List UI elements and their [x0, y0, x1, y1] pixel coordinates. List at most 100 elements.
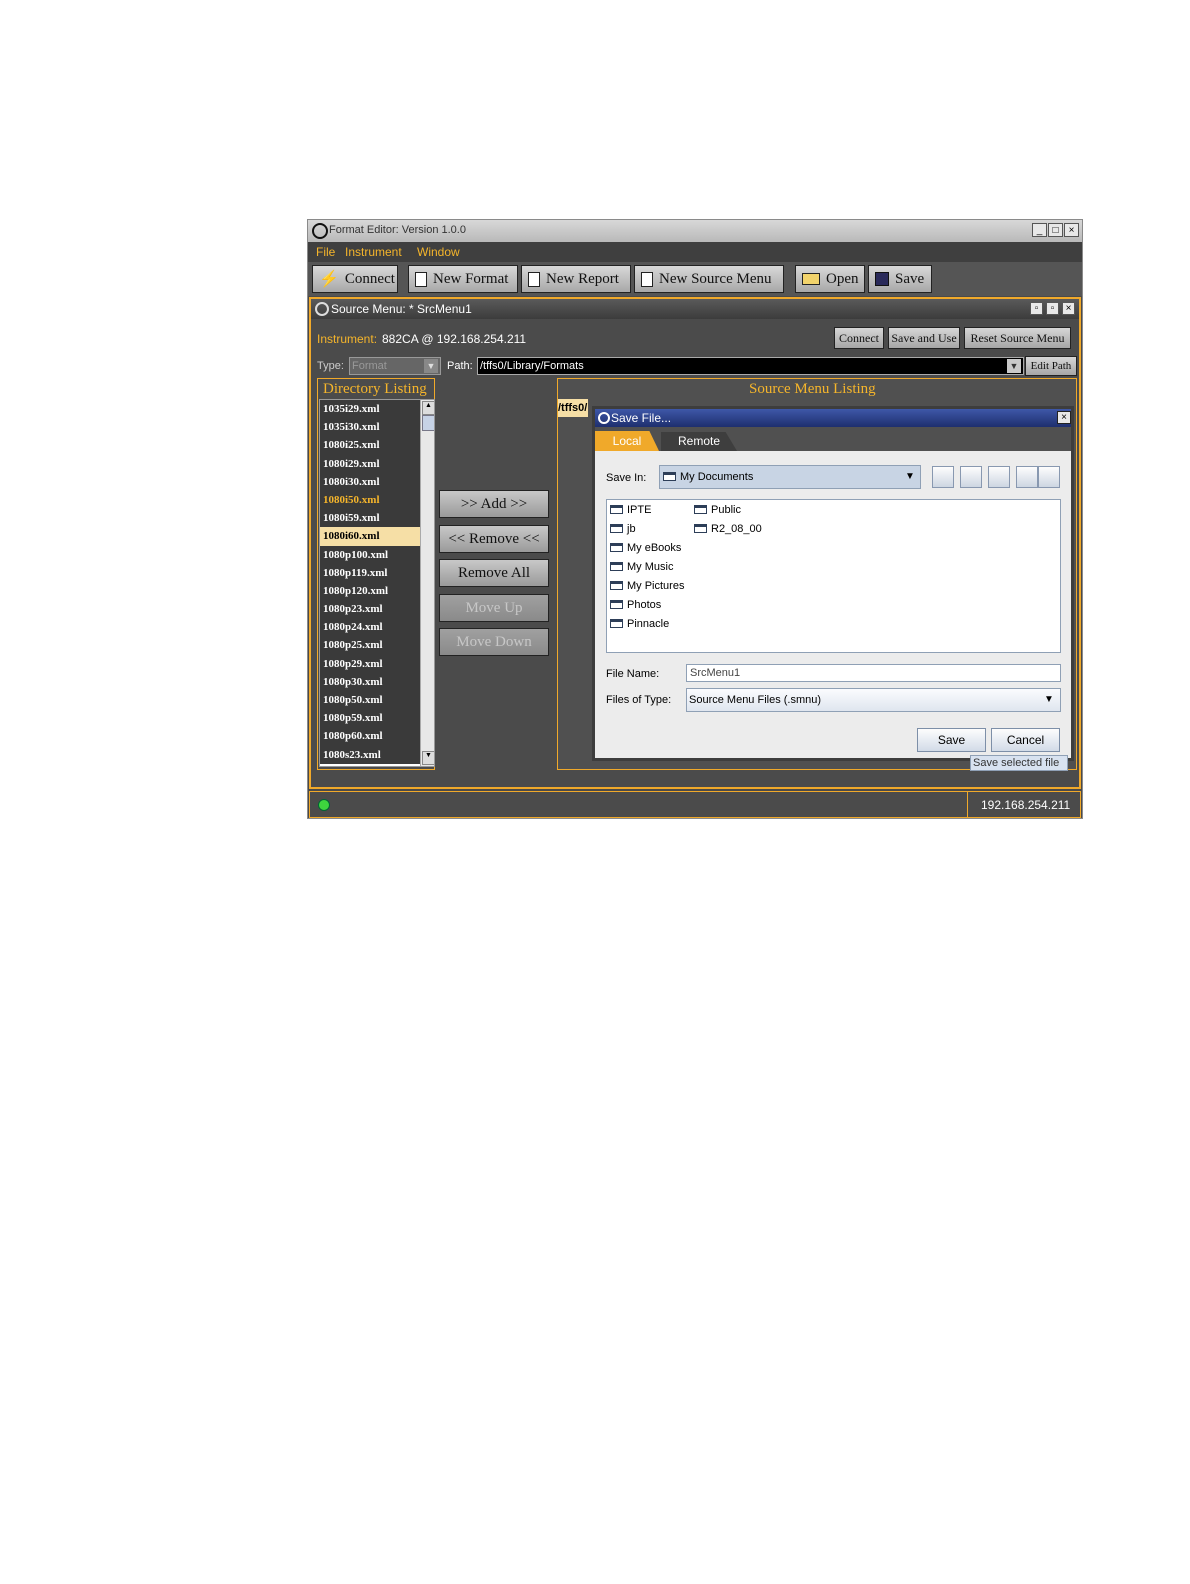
- home-icon[interactable]: [960, 466, 982, 488]
- status-bar: 192.168.254.211: [309, 791, 1081, 818]
- list-item[interactable]: 1080i29.xml: [320, 454, 420, 473]
- folder-item[interactable]: R2_08_00: [694, 523, 762, 542]
- file-list-box: IPTE jb My eBooks My Music My Pictures Photos…: [606, 499, 1061, 653]
- new-report-button[interactable]: New Report: [521, 265, 631, 293]
- edit-path-button[interactable]: Edit Path: [1025, 356, 1077, 376]
- details-view-icon[interactable]: [1038, 466, 1060, 488]
- menu-instrument[interactable]: Instrument: [345, 245, 402, 259]
- maximize-button[interactable]: □: [1048, 223, 1063, 237]
- files-of-type-select[interactable]: Source Menu Files (.smnu) ▼: [686, 688, 1061, 712]
- list-item[interactable]: 1080s23.xml: [320, 745, 420, 764]
- list-item[interactable]: 1080p120.xml: [320, 581, 420, 601]
- move-down-button[interactable]: Move Down: [439, 628, 549, 656]
- tab-remote[interactable]: Remote: [661, 432, 737, 451]
- new-folder-icon[interactable]: [988, 466, 1010, 488]
- new-format-button[interactable]: New Format: [408, 265, 518, 293]
- frame-close-button[interactable]: ×: [1062, 302, 1075, 315]
- list-view-icon[interactable]: [1016, 466, 1038, 488]
- save-in-combobox[interactable]: My Documents ▼: [659, 465, 921, 489]
- list-item[interactable]: 1080i60.xml: [320, 527, 420, 546]
- document-icon: [415, 271, 427, 287]
- dialog-title-bar: Save File... ×: [595, 409, 1071, 427]
- type-select[interactable]: Format ▼: [349, 357, 441, 375]
- folder-icon: [694, 505, 707, 514]
- scroll-up-icon[interactable]: ▲: [422, 401, 434, 415]
- save-tooltip: Save selected file: [970, 755, 1068, 771]
- list-item[interactable]: 1080i50.xml: [320, 490, 420, 510]
- source-path-item[interactable]: /tffs0/: [558, 399, 588, 417]
- save-and-use-button[interactable]: Save and Use: [888, 327, 960, 349]
- list-item[interactable]: 1080p119.xml: [320, 563, 420, 582]
- source-menu-listing-header: Source Menu Listing: [749, 381, 876, 397]
- instrument-label: Instrument:: [317, 332, 378, 346]
- folder-column-1: IPTE jb My eBooks My Music My Pictures Photos…: [610, 504, 684, 637]
- directory-file-list: 1035i29.xml 1035i30.xml 1080i25.xml 1080i29…: [319, 399, 435, 767]
- list-item[interactable]: 1080p25.xml: [320, 636, 420, 655]
- up-folder-icon[interactable]: [932, 466, 954, 488]
- folder-item[interactable]: Public: [694, 504, 762, 523]
- source-menu-frame: Source Menu: * SrcMenu1 ▫ ▫ × Instrument…: [309, 297, 1081, 789]
- list-item[interactable]: 1080i59.xml: [320, 509, 420, 528]
- remove-button[interactable]: << Remove <<: [439, 525, 549, 553]
- cancel-button[interactable]: Cancel: [991, 728, 1060, 752]
- toolbar: ⚡ Connect New Format New Report New Sour…: [308, 262, 1082, 296]
- connect-toolbar-button[interactable]: ⚡ Connect: [312, 265, 398, 293]
- save-file-dialog: Save File... × Local Remote Save In: My …: [592, 406, 1074, 761]
- scroll-down-icon[interactable]: ▼: [422, 751, 434, 765]
- folder-item[interactable]: My eBooks: [610, 542, 684, 561]
- reset-source-menu-button[interactable]: Reset Source Menu: [964, 327, 1071, 349]
- minimize-button[interactable]: _: [1032, 223, 1047, 237]
- frame-iconify-button[interactable]: ▫: [1030, 302, 1043, 315]
- frame-maximize-button[interactable]: ▫: [1046, 302, 1059, 315]
- scroll-thumb[interactable]: [422, 415, 434, 431]
- list-item[interactable]: 1080p24.xml: [320, 618, 420, 637]
- new-source-menu-button[interactable]: New Source Menu: [634, 265, 784, 293]
- path-combobox[interactable]: /tffs0/Library/Formats ▼: [477, 357, 1024, 375]
- open-button[interactable]: Open: [795, 265, 865, 293]
- dialog-close-button[interactable]: ×: [1057, 411, 1071, 424]
- tab-local[interactable]: Local: [595, 431, 659, 451]
- menu-file[interactable]: File: [316, 245, 335, 259]
- list-item[interactable]: 1035i29.xml: [320, 400, 420, 419]
- menu-window[interactable]: Window: [417, 245, 460, 259]
- file-chooser-icon-buttons: [932, 466, 1062, 488]
- list-item[interactable]: 1035i30.xml: [320, 418, 420, 437]
- close-button[interactable]: ×: [1064, 223, 1079, 237]
- list-item[interactable]: 1080p29.xml: [320, 654, 420, 673]
- chevron-down-icon: ▼: [1044, 694, 1054, 705]
- connect-button[interactable]: Connect: [834, 327, 884, 349]
- list-item[interactable]: 1080i25.xml: [320, 436, 420, 455]
- add-button[interactable]: >> Add >>: [439, 490, 549, 518]
- save-button[interactable]: Save: [917, 728, 986, 752]
- folder-icon: [610, 505, 623, 514]
- format-editor-window: Format Editor: Version 1.0.0 _ □ × File …: [307, 219, 1083, 819]
- list-item[interactable]: 1080p100.xml: [320, 545, 420, 564]
- floppy-disk-icon: [875, 272, 889, 286]
- open-folder-icon: [802, 273, 820, 285]
- folder-item[interactable]: IPTE: [610, 504, 684, 523]
- document-icon: [528, 271, 540, 287]
- source-menu-title: Source Menu: * SrcMenu1: [331, 302, 472, 316]
- folder-item[interactable]: jb: [610, 523, 684, 542]
- list-item[interactable]: 1080p50.xml: [320, 691, 420, 710]
- chevron-down-icon: ▼: [905, 471, 915, 482]
- document-icon: [641, 271, 653, 287]
- remove-all-button[interactable]: Remove All: [439, 559, 549, 587]
- file-name-input[interactable]: SrcMenu1: [686, 664, 1061, 682]
- move-up-button[interactable]: Move Up: [439, 594, 549, 622]
- folder-item[interactable]: Photos: [610, 599, 684, 618]
- folder-item[interactable]: My Music: [610, 561, 684, 580]
- lightning-icon: ⚡: [319, 271, 339, 288]
- save-toolbar-button[interactable]: Save: [868, 265, 932, 293]
- list-item[interactable]: 1080p30.xml: [320, 672, 420, 691]
- list-item[interactable]: 1080p23.xml: [320, 600, 420, 619]
- folder-item[interactable]: Pinnacle: [610, 618, 684, 637]
- directory-listing-header: Directory Listing: [323, 381, 427, 397]
- window-title: Format Editor: Version 1.0.0: [329, 224, 466, 236]
- list-item[interactable]: 1080i30.xml: [320, 472, 420, 491]
- list-item[interactable]: 1080p59.xml: [320, 709, 420, 728]
- folder-icon: [694, 524, 707, 533]
- list-item[interactable]: 1080p60.xml: [320, 727, 420, 746]
- folder-item[interactable]: My Pictures: [610, 580, 684, 599]
- vertical-scrollbar[interactable]: ▲ ▼: [420, 400, 434, 766]
